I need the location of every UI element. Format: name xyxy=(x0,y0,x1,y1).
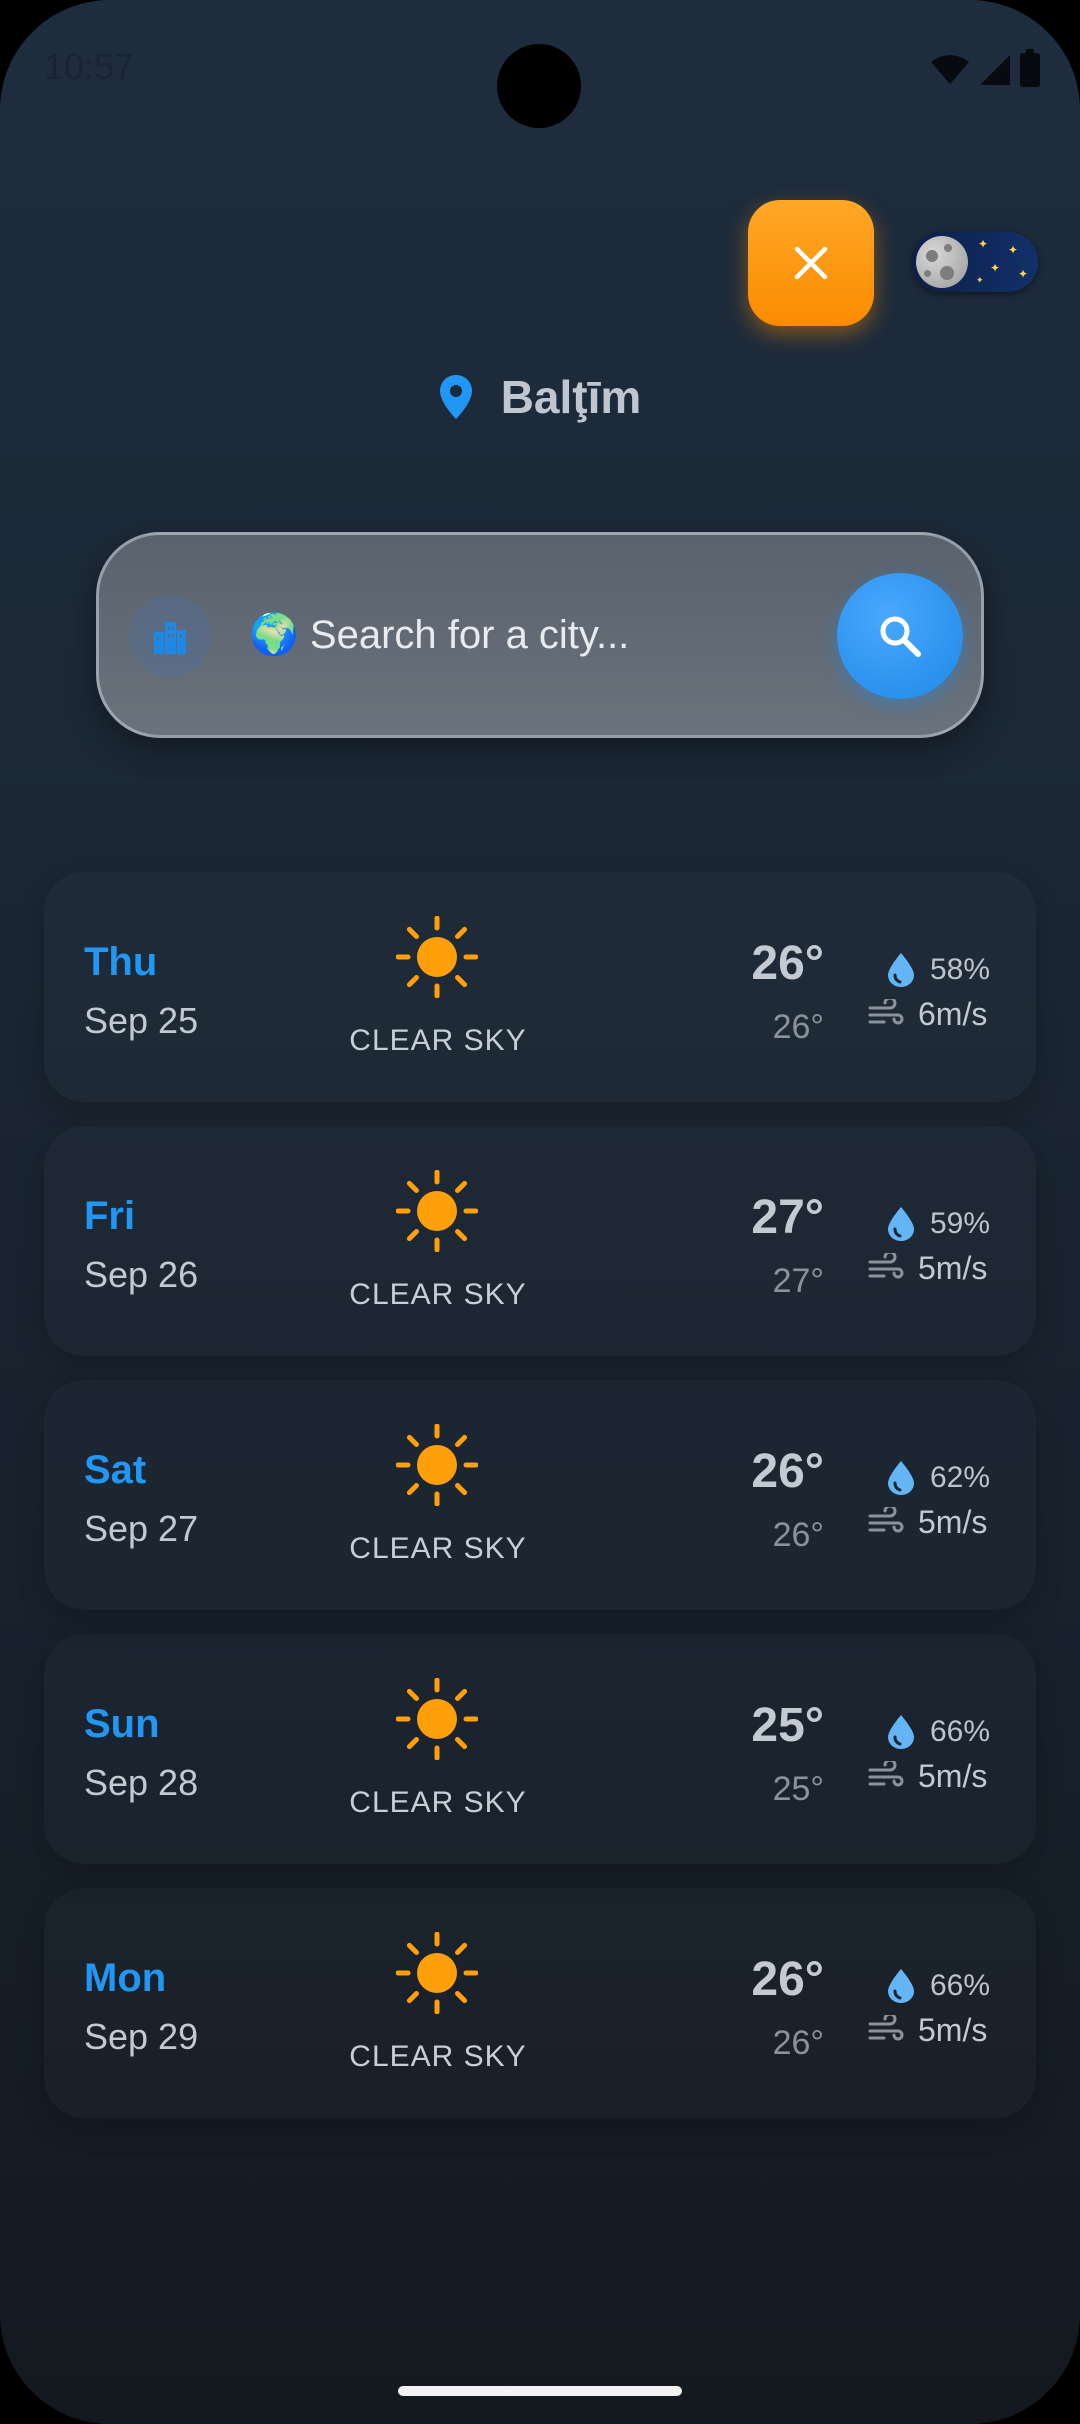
search-icon xyxy=(880,616,921,657)
sun-icon xyxy=(396,916,478,998)
weather-condition: CLEAR SKY xyxy=(349,2040,527,2073)
wind: 5m/s xyxy=(868,1248,987,1288)
humidity-value: 66% xyxy=(930,1969,991,2002)
location-name: Balţīm xyxy=(500,371,642,423)
temp-max: 26° xyxy=(751,937,824,990)
location-header: Balţīm xyxy=(0,370,1080,424)
day-name: Thu xyxy=(84,940,158,984)
location-pin-icon xyxy=(439,375,472,419)
forecast-day-card[interactable]: Mon Sep 29 CLEAR SKY 26° 26° 66% 5m/s xyxy=(44,1888,1036,2118)
forecast-day-card[interactable]: Sat Sep 27 CLEAR SKY 26° 26° 62% 5m/s xyxy=(44,1380,1036,1610)
temp-max: 26° xyxy=(751,1445,824,1498)
weather-condition: CLEAR SKY xyxy=(349,1024,527,1057)
day-date: Sep 29 xyxy=(84,2016,199,2057)
signal-icon xyxy=(980,55,1010,85)
status-icons xyxy=(930,49,1040,88)
status-time: 10:57 xyxy=(44,46,135,87)
humidity: 59% xyxy=(886,1204,990,1244)
day-date: Sep 26 xyxy=(84,1254,199,1295)
star-icon: ✦ xyxy=(976,275,984,285)
temp-max: 25° xyxy=(751,1699,824,1752)
wind: 5m/s xyxy=(868,1756,987,1796)
camera-cutout xyxy=(497,44,581,128)
star-icon: ✦ xyxy=(1008,243,1019,257)
wind-icon xyxy=(868,1507,904,1533)
search-bar[interactable]: 🌍 Search for a city... xyxy=(96,532,984,738)
wind: 5m/s xyxy=(868,2010,987,2050)
weather-condition: CLEAR SKY xyxy=(349,1532,527,1565)
temp-max: 26° xyxy=(751,1953,824,2006)
wind-icon xyxy=(868,2015,904,2041)
temp-min: 27° xyxy=(772,1262,824,1300)
day-name: Fri xyxy=(84,1194,136,1238)
day-date: Sep 27 xyxy=(84,1508,199,1549)
day-date: Sep 25 xyxy=(84,1000,199,1041)
humidity: 66% xyxy=(886,1966,990,2006)
water-drop-icon xyxy=(888,953,914,987)
theme-toggle[interactable]: ✦ ✦ ✦ ✦ ✦ xyxy=(912,232,1038,292)
star-icon: ✦ xyxy=(978,237,989,251)
star-icon: ✦ xyxy=(990,261,1001,275)
weather-condition: CLEAR SKY xyxy=(349,1278,527,1311)
weather-screen: 10:57 ✦ ✦ ✦ ✦ ✦ Balţīm 🌍 Search for a ci… xyxy=(0,0,1080,2424)
day-name: Sat xyxy=(84,1448,147,1492)
sun-icon xyxy=(396,1170,478,1252)
wind-icon xyxy=(868,1761,904,1787)
city-icon xyxy=(154,622,186,654)
forecast-day-card[interactable]: Fri Sep 26 CLEAR SKY 27° 27° 59% 5m/s xyxy=(44,1126,1036,1356)
sun-icon xyxy=(396,1424,478,1506)
moon-icon xyxy=(916,236,968,288)
water-drop-icon xyxy=(888,1715,914,1749)
wind: 6m/s xyxy=(868,994,987,1034)
humidity-value: 58% xyxy=(930,953,991,986)
humidity: 58% xyxy=(886,950,990,990)
water-drop-icon xyxy=(888,1969,914,2003)
wind-value: 5m/s xyxy=(918,2011,988,2048)
wifi-icon xyxy=(931,55,969,84)
humidity: 62% xyxy=(886,1458,990,1498)
wind-value: 6m/s xyxy=(918,995,988,1032)
water-drop-icon xyxy=(888,1207,914,1241)
star-icon: ✦ xyxy=(1018,267,1029,281)
wind-icon xyxy=(868,999,904,1025)
forecast-day-card[interactable]: Thu Sep 25 CLEAR SKY 26° 26° 58% 6m/s xyxy=(44,872,1036,1102)
temp-min: 26° xyxy=(772,1008,824,1046)
home-indicator[interactable] xyxy=(398,2386,682,2396)
sun-icon xyxy=(396,1678,478,1760)
close-button[interactable] xyxy=(748,200,874,326)
temp-min: 25° xyxy=(772,1770,824,1808)
day-date: Sep 28 xyxy=(84,1762,199,1803)
temp-max: 27° xyxy=(751,1191,824,1244)
temp-min: 26° xyxy=(772,1516,824,1554)
sun-icon xyxy=(396,1932,478,2014)
water-drop-icon xyxy=(888,1461,914,1495)
city-icon-button[interactable] xyxy=(129,595,211,677)
humidity-value: 66% xyxy=(930,1715,991,1748)
day-name: Mon xyxy=(84,1956,167,2000)
humidity-value: 62% xyxy=(930,1461,991,1494)
wind-icon xyxy=(868,1253,904,1279)
forecast-day-card[interactable]: Sun Sep 28 CLEAR SKY 25° 25° 66% 5m/s xyxy=(44,1634,1036,1864)
weather-condition: CLEAR SKY xyxy=(349,1786,527,1819)
humidity: 66% xyxy=(886,1712,990,1752)
wind-value: 5m/s xyxy=(918,1249,988,1286)
wind: 5m/s xyxy=(868,1502,987,1542)
battery-icon xyxy=(1020,49,1040,87)
wind-value: 5m/s xyxy=(918,1757,988,1794)
day-name: Sun xyxy=(84,1702,160,1746)
temp-min: 26° xyxy=(772,2024,824,2062)
wind-value: 5m/s xyxy=(918,1503,988,1540)
search-input[interactable]: 🌍 Search for a city... xyxy=(249,611,629,658)
search-button[interactable] xyxy=(837,573,963,699)
humidity-value: 59% xyxy=(930,1207,991,1240)
close-icon xyxy=(794,246,828,280)
